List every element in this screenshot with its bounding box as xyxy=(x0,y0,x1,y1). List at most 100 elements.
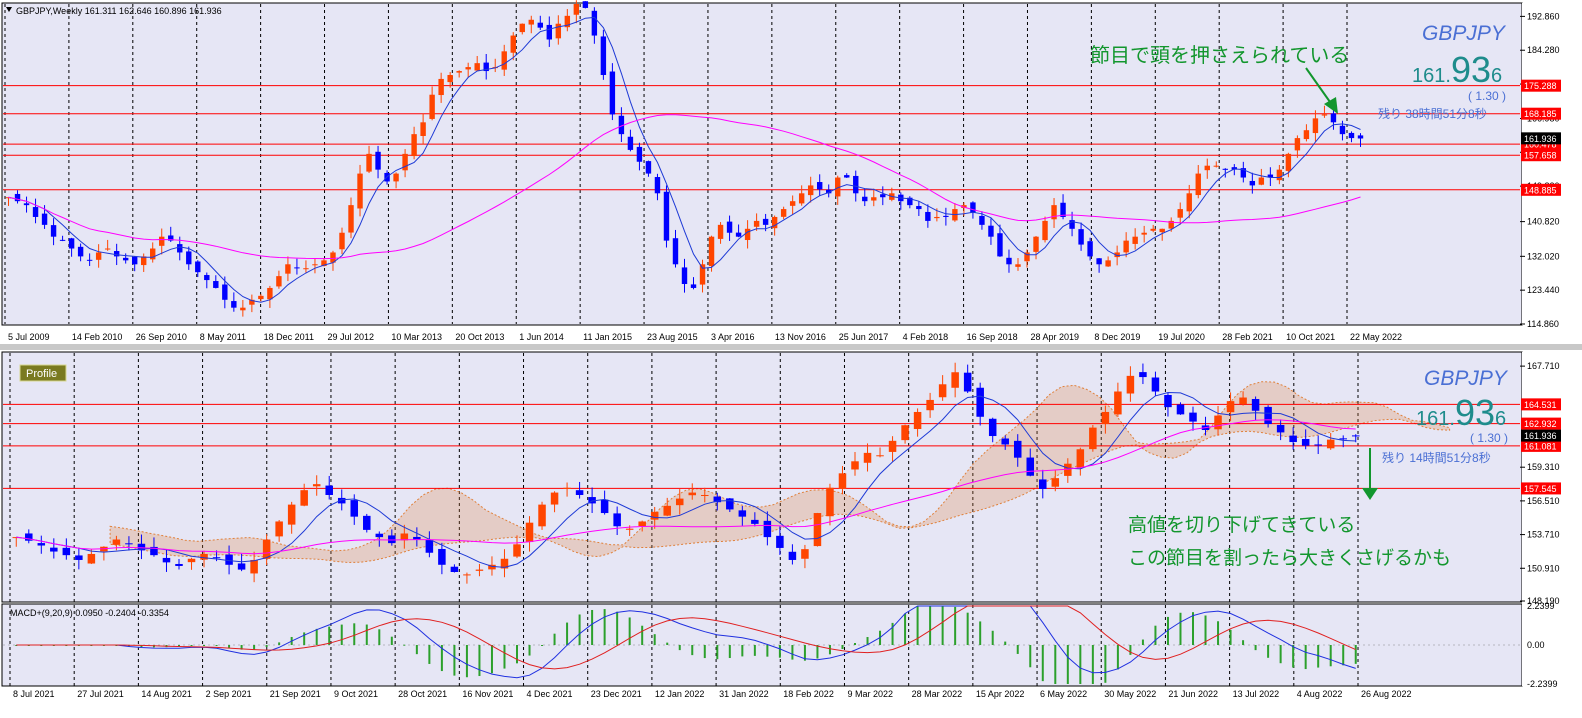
top-x-tick: 14 Feb 2010 xyxy=(72,332,123,342)
top-x-tick: 5 Jul 2009 xyxy=(8,332,50,342)
bot-y-tick: 153.710 xyxy=(1527,530,1560,540)
bot-candle-body xyxy=(926,399,934,411)
top-candle-body xyxy=(1303,130,1310,140)
bot-x-tick: 14 Aug 2021 xyxy=(141,689,192,699)
bot-x-tick: 6 May 2022 xyxy=(1040,689,1087,699)
top-candle-body xyxy=(871,197,877,201)
macd-histogram-bar xyxy=(503,645,506,669)
macd-histogram-bar xyxy=(1329,645,1332,667)
bottom-annotation-line1: 高値を切り下げてきている xyxy=(1128,514,1355,536)
top-x-tick: 19 Jul 2020 xyxy=(1158,332,1205,342)
top-candle-body xyxy=(1222,168,1228,170)
macd-histogram-bar xyxy=(854,642,856,645)
top-candle-body xyxy=(1159,228,1165,233)
macd-histogram-bar xyxy=(228,645,231,648)
top-candle-body xyxy=(32,207,39,217)
top-candle-body xyxy=(645,161,652,174)
top-candle-body xyxy=(1276,169,1283,181)
macd-histogram-bar xyxy=(315,628,318,645)
top-level-tag-label: 168.185 xyxy=(1524,109,1557,119)
top-y-tick: 123.440 xyxy=(1527,285,1560,295)
bot-candle-body xyxy=(1289,435,1297,443)
bot-candle-body xyxy=(300,490,308,506)
macd-histogram-bar xyxy=(390,636,393,645)
bottom-price-big: 93 xyxy=(1455,392,1495,433)
bot-candle-body xyxy=(838,473,847,489)
top-level-tag-label: 148.885 xyxy=(1524,185,1557,195)
bot-candle-body xyxy=(287,504,296,525)
macd-histogram-bar xyxy=(1342,645,1345,666)
macd-histogram-bar xyxy=(541,645,544,646)
top-candle-body xyxy=(122,257,129,261)
top-x-tick: 1 Jun 2014 xyxy=(519,332,564,342)
top-candle-body xyxy=(537,22,543,28)
macd-histogram-bar xyxy=(1254,645,1257,651)
top-candle-body xyxy=(1312,118,1319,134)
bot-candle-body xyxy=(851,461,859,470)
top-candle-body xyxy=(663,191,670,241)
top-candle-body xyxy=(195,261,201,273)
macd-histogram-bar xyxy=(528,645,531,656)
macd-histogram-bar xyxy=(766,645,769,657)
top-candle-body xyxy=(844,175,850,178)
macd-histogram-bar xyxy=(1041,645,1044,682)
top-candle-body xyxy=(339,232,345,250)
bot-candle-body xyxy=(363,515,371,530)
macd-histogram-bar xyxy=(816,645,819,659)
bot-candle-body xyxy=(187,558,196,563)
bot-y-tick: 159.310 xyxy=(1527,462,1560,472)
top-candle-body xyxy=(204,275,210,281)
bot-candle-body xyxy=(125,543,133,545)
top-candle-body xyxy=(519,23,525,33)
top-candle-body xyxy=(762,218,769,225)
top-candle-body xyxy=(726,221,733,233)
top-candle-body xyxy=(681,267,688,285)
top-candle-body xyxy=(186,251,192,265)
top-candle-body xyxy=(997,233,1003,257)
top-x-tick: 28 Apr 2019 xyxy=(1030,332,1079,342)
top-candle-body xyxy=(573,4,580,15)
top-candle-body xyxy=(456,71,462,73)
bot-candle-body xyxy=(600,499,609,514)
bot-candle-body xyxy=(450,566,459,573)
top-x-tick: 8 May 2011 xyxy=(200,332,246,342)
macd-histogram-bar xyxy=(566,622,569,645)
bot-candle-body xyxy=(963,372,972,392)
top-candle-body xyxy=(411,134,417,157)
bot-candle-body xyxy=(701,494,709,496)
bot-candle-body xyxy=(350,500,359,517)
bot-candle-body xyxy=(913,411,922,430)
bot-candle-body xyxy=(888,440,897,452)
bot-candle-body xyxy=(37,543,46,546)
bot-candle-body xyxy=(312,484,321,487)
top-candle-body xyxy=(474,63,480,71)
bot-candle-body xyxy=(275,521,283,537)
top-y-tick: 184.280 xyxy=(1527,45,1560,55)
bot-candle-body xyxy=(813,513,822,547)
macd-histogram-bar xyxy=(353,623,356,645)
bot-candle-body xyxy=(563,487,571,489)
top-candle-body xyxy=(159,236,165,246)
top-x-tick: 28 Feb 2021 xyxy=(1222,332,1273,342)
top-candle-body xyxy=(934,216,940,219)
top-x-tick: 8 Dec 2019 xyxy=(1094,332,1140,342)
bot-candle-body xyxy=(901,425,909,441)
bot-candle-body xyxy=(801,549,809,559)
macd-histogram-bar xyxy=(1192,612,1194,645)
macd-histogram-bar xyxy=(303,632,306,645)
macd-histogram-bar xyxy=(378,629,381,645)
top-candle-body xyxy=(276,276,282,287)
top-candle-body xyxy=(798,193,805,204)
bot-candle-body xyxy=(250,559,258,574)
top-symbol-label: GBPJPY xyxy=(1422,22,1507,45)
macd-histogram-bar xyxy=(1104,645,1107,683)
bot-x-tick: 21 Jun 2022 xyxy=(1168,689,1218,699)
bot-candle-body xyxy=(988,418,997,437)
top-candle-body xyxy=(735,232,742,237)
macd-histogram-bar xyxy=(478,645,481,677)
macd-histogram-bar xyxy=(1354,645,1357,664)
top-x-tick: 20 Oct 2013 xyxy=(455,332,504,342)
top-candle-body xyxy=(113,251,120,257)
bot-candle-body xyxy=(162,557,171,563)
macd-histogram-bar xyxy=(340,624,343,645)
